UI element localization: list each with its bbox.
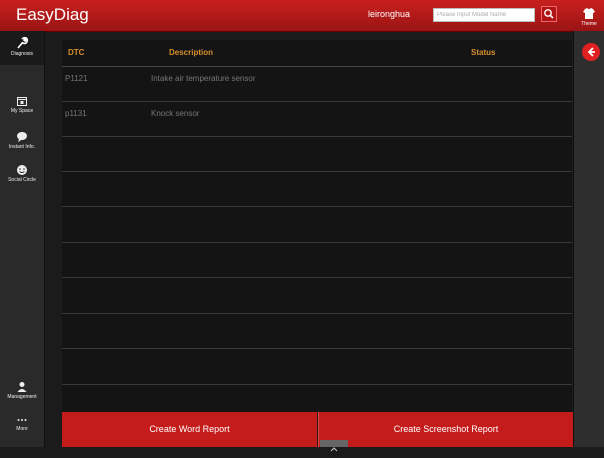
table-row <box>62 208 572 243</box>
table-row <box>62 137 572 172</box>
username[interactable]: leironghua <box>368 9 410 19</box>
table-row[interactable]: P1121 Intake air temperature sensor <box>62 67 572 102</box>
wrench-icon <box>17 36 29 49</box>
header-status: Status <box>471 48 496 57</box>
dtc-description: Knock sensor <box>151 109 200 118</box>
dtc-code: P1121 <box>65 74 88 83</box>
drag-handle[interactable] <box>320 440 348 452</box>
smiley-icon <box>17 165 27 175</box>
table-row <box>62 314 572 349</box>
table-row <box>62 386 572 412</box>
dtc-description: Intake air temperature sensor <box>151 74 256 83</box>
header-dtc: DTC <box>68 48 85 57</box>
create-word-report-button[interactable]: Create Word Report <box>62 412 317 447</box>
sidebar-item-label: My Space <box>10 108 34 114</box>
dtc-code: p1131 <box>65 109 87 118</box>
app-title: EasyDiag <box>16 5 89 24</box>
table-row <box>62 350 572 385</box>
calendar-icon <box>17 97 27 106</box>
table-row <box>62 172 572 207</box>
back-arrow-icon <box>587 47 595 57</box>
table-row[interactable]: p1131 Knock sensor <box>62 102 572 137</box>
sidebar-item-label: Management <box>7 394 37 400</box>
table-header: DTC Description Status <box>62 40 572 67</box>
top-bar: EasyDiag leironghua Theme <box>0 0 604 32</box>
right-bar <box>573 31 604 447</box>
chevron-up-icon <box>330 447 338 452</box>
sidebar-item-label: Diagnosis <box>11 51 33 57</box>
sidebar-item-label: Social Circle <box>8 177 36 183</box>
header-description: Description <box>169 48 214 57</box>
search-icon <box>544 9 554 19</box>
dtc-table: DTC Description Status P1121 Intake air … <box>62 40 572 412</box>
create-screenshot-report-button[interactable]: Create Screenshot Report <box>318 412 573 447</box>
sidebar-item-social-circle[interactable]: Social Circle <box>0 164 44 192</box>
search-input[interactable] <box>433 8 535 22</box>
sidebar: Diagnosis My Space Instant Info. Social … <box>0 31 45 447</box>
more-icon <box>17 419 27 421</box>
sidebar-item-label: Instant Info. <box>8 144 36 150</box>
sidebar-item-more[interactable]: More <box>0 415 44 443</box>
sidebar-item-my-space[interactable]: My Space <box>0 95 44 123</box>
sidebar-item-diagnosis[interactable]: Diagnosis <box>0 31 44 65</box>
table-row <box>62 279 572 314</box>
sidebar-item-label: More <box>16 426 28 432</box>
person-icon <box>17 382 27 392</box>
sidebar-item-management[interactable]: Management <box>0 381 44 409</box>
chat-bubble-icon <box>17 132 27 142</box>
theme-button[interactable]: Theme <box>575 3 603 29</box>
back-button[interactable] <box>582 43 600 61</box>
sidebar-item-instant-info[interactable]: Instant Info. <box>0 131 44 159</box>
search-button[interactable] <box>541 6 557 22</box>
shirt-icon <box>583 8 595 19</box>
table-row <box>62 243 572 278</box>
theme-label: Theme <box>581 21 597 27</box>
